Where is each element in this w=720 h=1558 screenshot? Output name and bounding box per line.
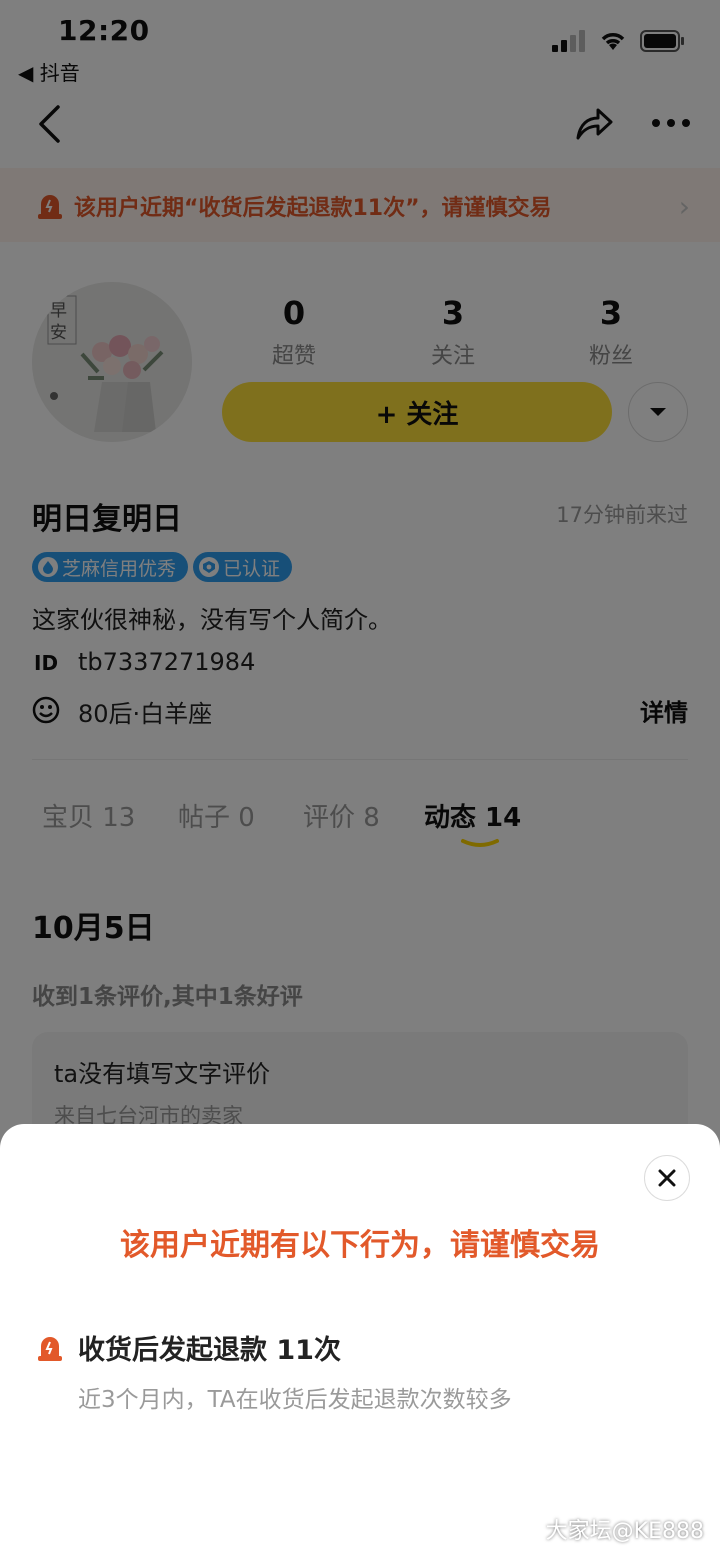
sheet-item-description: 近3个月内，TA在收货后发起退款次数较多 <box>78 1387 512 1413</box>
watermark: 大家坛@KE888 <box>545 1519 704 1544</box>
sheet-item-title: 收货后发起退款 11次 <box>78 1335 341 1366</box>
close-icon <box>658 1169 676 1187</box>
alarm-icon <box>38 1337 62 1361</box>
sheet-title: 该用户近期有以下行为，请谨慎交易 <box>120 1228 600 1263</box>
close-button[interactable] <box>644 1155 690 1201</box>
